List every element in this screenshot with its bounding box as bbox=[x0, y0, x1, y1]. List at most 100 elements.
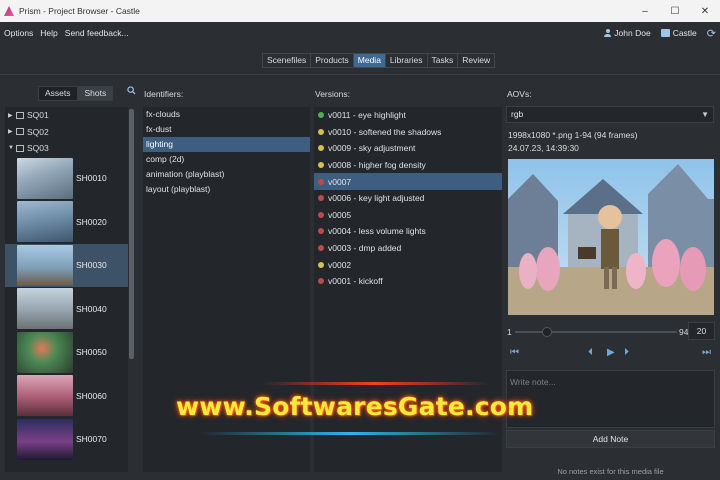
version-item[interactable]: v0005 bbox=[314, 207, 502, 224]
version-label: v0011 - eye highlight bbox=[328, 110, 406, 121]
no-notes-message: No notes exist for this media file bbox=[557, 467, 664, 476]
slider-track[interactable] bbox=[515, 331, 677, 333]
playback-controls: ⏮ ⏴ ▶ ⏵ ⏭ bbox=[508, 347, 714, 361]
tab-media[interactable]: Media bbox=[353, 54, 386, 67]
assets-toggle-button[interactable]: Assets bbox=[38, 86, 78, 101]
shots-toggle-button[interactable]: Shots bbox=[77, 86, 114, 101]
main-tabs: Scenefiles Products Media Libraries Task… bbox=[262, 53, 496, 68]
shot-item-sh0060[interactable]: SH0060 bbox=[5, 374, 135, 418]
search-icon[interactable] bbox=[127, 86, 136, 95]
shot-thumbnail bbox=[17, 288, 73, 330]
next-frame-icon[interactable]: ⏵ bbox=[624, 347, 629, 359]
shot-item-sh0030[interactable]: SH0030 bbox=[5, 243, 135, 287]
version-item[interactable]: v0008 - higher fog density bbox=[314, 157, 502, 174]
identifier-item[interactable]: animation (playblast) bbox=[143, 167, 310, 182]
shot-label: SH0040 bbox=[76, 303, 107, 314]
shot-item-sh0010[interactable]: SH0010 bbox=[5, 157, 135, 201]
version-item[interactable]: v0011 - eye highlight bbox=[314, 107, 502, 124]
user-icon bbox=[604, 29, 612, 37]
status-dot-icon bbox=[318, 145, 324, 152]
version-item[interactable]: v0003 - dmp added bbox=[314, 240, 502, 257]
entity-tree[interactable]: ▶ SQ01 ▶ SQ02 ▼ SQ03 SH0010 SH0020 SH003… bbox=[5, 107, 135, 472]
shot-label: SH0010 bbox=[76, 173, 107, 184]
chevron-down-icon: ▼ bbox=[701, 110, 709, 119]
tree-item-sq02[interactable]: ▶ SQ02 bbox=[5, 124, 135, 141]
version-item[interactable]: v0009 - sky adjustment bbox=[314, 140, 502, 157]
shot-thumbnail bbox=[17, 375, 73, 417]
version-label: v0007 bbox=[328, 176, 352, 187]
tab-review[interactable]: Review bbox=[458, 54, 494, 67]
refresh-icon[interactable]: ⟳ bbox=[707, 27, 716, 40]
menu-help[interactable]: Help bbox=[37, 28, 60, 38]
identifier-item[interactable]: comp (2d) bbox=[143, 152, 310, 167]
status-dot-icon bbox=[318, 128, 324, 135]
tab-scenefiles[interactable]: Scenefiles bbox=[263, 54, 312, 67]
menu-send-feedback[interactable]: Send feedback... bbox=[62, 28, 132, 38]
version-label: v0002 bbox=[328, 259, 352, 270]
entity-type-toggle: Assets Shots bbox=[38, 86, 114, 101]
shot-thumbnail bbox=[17, 157, 73, 199]
tree-item-sq03[interactable]: ▼ SQ03 bbox=[5, 140, 135, 157]
project-name: Castle bbox=[672, 28, 697, 38]
entity-scrollbar[interactable] bbox=[128, 107, 135, 472]
media-preview-image[interactable] bbox=[508, 159, 714, 315]
aovs-header: AOVs: bbox=[507, 89, 532, 99]
project-button[interactable]: Castle bbox=[660, 28, 697, 38]
shot-thumbnail bbox=[17, 201, 73, 243]
status-dot-icon bbox=[318, 162, 324, 169]
expand-arrow-icon[interactable]: ▶ bbox=[8, 112, 14, 119]
tab-tasks[interactable]: Tasks bbox=[428, 54, 459, 67]
shot-item-sh0070[interactable]: SH0070 bbox=[5, 418, 135, 462]
version-item[interactable]: v0010 - softened the shadows bbox=[314, 124, 502, 141]
version-item[interactable]: v0002 bbox=[314, 256, 502, 273]
version-item[interactable]: v0001 - kickoff bbox=[314, 273, 502, 290]
first-frame-icon[interactable]: ⏮ bbox=[510, 347, 519, 359]
close-button[interactable]: ✕ bbox=[690, 0, 720, 22]
shot-label: SH0030 bbox=[76, 260, 107, 271]
title-bar: Prism - Project Browser - Castle – ☐ ✕ bbox=[0, 0, 720, 22]
folder-icon bbox=[16, 128, 24, 136]
expand-arrow-icon[interactable]: ▶ bbox=[8, 128, 14, 135]
menu-bar: Options Help Send feedback... John Doe C… bbox=[0, 22, 720, 44]
user-button[interactable]: John Doe bbox=[604, 28, 651, 38]
current-frame-input[interactable]: 20 bbox=[688, 322, 715, 340]
shot-item-sh0050[interactable]: SH0050 bbox=[5, 331, 135, 375]
shot-item-sh0040[interactable]: SH0040 bbox=[5, 287, 135, 331]
version-label: v0005 bbox=[328, 209, 352, 220]
scrollbar-thumb[interactable] bbox=[129, 109, 134, 359]
collapse-arrow-icon[interactable]: ▼ bbox=[8, 145, 14, 151]
identifier-item[interactable]: fx-clouds bbox=[143, 107, 310, 122]
tab-products[interactable]: Products bbox=[311, 54, 354, 67]
version-item[interactable]: v0006 - key light adjusted bbox=[314, 190, 502, 207]
window-title: Prism - Project Browser - Castle bbox=[19, 6, 140, 16]
version-label: v0008 - higher fog density bbox=[328, 160, 426, 171]
tree-item-label: SQ02 bbox=[27, 126, 49, 137]
watermark-overlay: www.SoftwaresGate.com bbox=[170, 382, 570, 442]
previous-frame-icon[interactable]: ⏴ bbox=[588, 347, 593, 359]
shot-label: SH0060 bbox=[76, 390, 107, 401]
tab-libraries[interactable]: Libraries bbox=[386, 54, 428, 67]
identifier-item[interactable]: layout (playblast) bbox=[143, 182, 310, 197]
maximize-button[interactable]: ☐ bbox=[660, 0, 690, 22]
version-item-selected[interactable]: v0007 bbox=[314, 173, 502, 190]
last-frame-icon[interactable]: ⏭ bbox=[702, 347, 711, 359]
version-label: v0009 - sky adjustment bbox=[328, 143, 416, 154]
frame-slider[interactable]: 1 94 20 bbox=[507, 322, 715, 340]
version-label: v0006 - key light adjusted bbox=[328, 193, 425, 204]
versions-header: Versions: bbox=[315, 89, 350, 99]
identifier-item-selected[interactable]: lighting bbox=[143, 137, 310, 152]
play-icon[interactable]: ▶ bbox=[607, 347, 615, 359]
aov-dropdown[interactable]: rgb ▼ bbox=[506, 106, 714, 123]
identifier-item[interactable]: fx-dust bbox=[143, 122, 310, 137]
project-icon bbox=[660, 29, 670, 37]
shot-thumbnail bbox=[17, 331, 73, 373]
tree-item-sq01[interactable]: ▶ SQ01 bbox=[5, 107, 135, 124]
slider-handle[interactable] bbox=[542, 327, 553, 337]
shot-item-sh0020[interactable]: SH0020 bbox=[5, 200, 135, 244]
version-item[interactable]: v0004 - less volume lights bbox=[314, 223, 502, 240]
version-label: v0003 - dmp added bbox=[328, 243, 402, 254]
minimize-button[interactable]: – bbox=[630, 0, 660, 22]
status-dot-icon bbox=[318, 178, 324, 185]
identifiers-header: Identifiers: bbox=[144, 89, 184, 99]
menu-options[interactable]: Options bbox=[1, 28, 36, 38]
